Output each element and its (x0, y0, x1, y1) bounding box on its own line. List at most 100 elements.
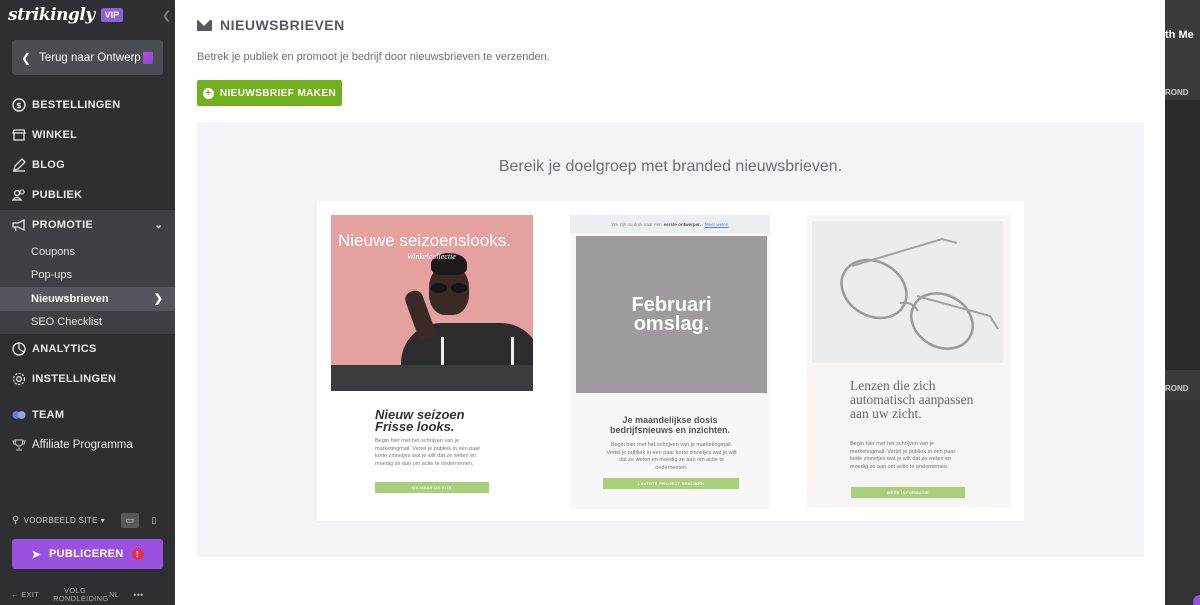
template-title: Lenzen die zich automatisch aanpassen aa… (850, 378, 974, 421)
chevron-right-icon: ❯ (153, 293, 163, 306)
sidebar-item-audience[interactable]: PUBLIEK (0, 180, 175, 210)
submenu-item-label: Pop-ups (31, 269, 72, 282)
alert-icon: ! (131, 548, 144, 560)
desktop-icon[interactable]: ▭ (121, 513, 139, 528)
sidebar-item-label: BLOG (32, 159, 65, 171)
sidebar-item-team[interactable]: TEAM (0, 400, 175, 430)
preview-image-block (1165, 100, 1200, 370)
chevron-left-icon: ❮ (21, 50, 32, 65)
sidebar-item-label: WINKEL (32, 129, 78, 141)
page-title: NIEUWSBRIEVEN (197, 17, 345, 33)
sidebar-nav: $ BESTELLINGEN WINKEL BLOG PUBLIEK PROMO… (0, 90, 175, 460)
exit-link[interactable]: ← EXIT (11, 590, 39, 599)
hero-image-title: Nieuwe seizoenslooks. (338, 231, 511, 250)
top-bar-bold: eerste ontwerper. (663, 221, 701, 227)
top-bar-link: Meer weten (704, 221, 729, 227)
sidebar-footer: ← EXIT VOLG RONDLEIDING NL ••• (0, 584, 175, 605)
promotion-submenu: Coupons Pop-ups Nieuwsbrieven ❯ SEO Chec… (0, 240, 175, 334)
brand-row: strikingly VIP (0, 0, 175, 30)
publish-label: PUBLICEREN (49, 548, 124, 560)
back-to-design-label: Terug naar Ontwerp (39, 51, 141, 64)
sidebar-item-orders[interactable]: $ BESTELLINGEN (0, 90, 175, 120)
back-to-design-button[interactable]: ❮ Terug naar Ontwerp (12, 40, 163, 75)
sidebar-item-label: BESTELLINGEN (32, 99, 121, 111)
sidebar-item-store[interactable]: WINKEL (0, 120, 175, 150)
sidebar-item-blog[interactable]: BLOG (0, 150, 175, 180)
strikingly-logo: strikingly (8, 5, 95, 25)
publish-button[interactable]: ➤ PUBLICEREN ! (12, 539, 163, 569)
page-subtitle: Betrek je publiek en promoot je bedrijf … (197, 51, 550, 63)
exit-label: EXIT (21, 590, 40, 599)
mobile-icon[interactable]: ▯ (145, 513, 163, 528)
template-title: Nieuw seizoen Frisse looks. (375, 407, 465, 434)
hero-image-subtitle: Winkelcollectie (407, 252, 456, 261)
site-preview-edge: th Me ROND ROND (1165, 0, 1200, 605)
plus-circle-icon: + (202, 87, 214, 99)
preview-section-label: ROND (1165, 384, 1189, 393)
template-cta-button: LAATSTE PROJECT BEKIJKEN (603, 478, 739, 489)
template-cards: Nieuwe seizoenslooks. Winkelcollectie Ni… (317, 201, 1024, 521)
sidebar-item-analytics[interactable]: ANALYTICS (0, 334, 175, 364)
language-selector[interactable]: NL (109, 590, 119, 599)
preview-section-label: ROND (1165, 88, 1189, 97)
trophy-icon (12, 438, 26, 452)
vip-badge: VIP (100, 8, 124, 22)
svg-text:$: $ (16, 101, 22, 110)
preview-nav-text: th Me (1165, 29, 1194, 41)
submenu-item-newsletters[interactable]: Nieuwsbrieven ❯ (0, 287, 175, 311)
template-top-bar: We zijn nu druk naar een eerste ontwerpe… (570, 215, 770, 233)
design-icon (143, 51, 153, 64)
gear-icon (12, 372, 26, 386)
chart-icon (12, 342, 26, 356)
page-title-text: NIEUWSBRIEVEN (220, 17, 345, 33)
app-window: strikingly VIP ❮ ❮ Terug naar Ontwerp $ … (0, 0, 1200, 605)
collapse-sidebar-icon[interactable]: ❮ (162, 9, 171, 22)
sidebar-item-label: TEAM (32, 409, 65, 421)
rocket-icon: ➤ (31, 548, 41, 561)
template-card-eyewear[interactable]: Lenzen die zich automatisch aanpassen aa… (807, 215, 1011, 507)
template-gallery: Bereik je doelgroep met branded nieuwsbr… (197, 122, 1144, 557)
more-icon[interactable]: ••• (133, 590, 143, 600)
sidebar-item-label: PUBLIEK (32, 189, 83, 201)
submenu-item-label: Coupons (31, 245, 76, 258)
top-bar-text: We zijn nu druk naar een (611, 221, 662, 227)
make-newsletter-label: NIEUWSBRIEF MAKEN (219, 87, 337, 99)
template-cta-button: MEER INFORMATIE (851, 487, 965, 498)
submenu-item-coupons[interactable]: Coupons (0, 240, 175, 264)
device-switcher: ▭ ▯ (121, 513, 163, 528)
megaphone-icon (12, 218, 26, 232)
template-body: Begin hier met het schrijven van je mark… (375, 438, 481, 467)
pen-icon (12, 158, 26, 172)
submenu-item-popups[interactable]: Pop-ups (0, 264, 175, 288)
sidebar: strikingly VIP ❮ ❮ Terug naar Ontwerp $ … (0, 0, 175, 605)
sidebar-item-label: ANALYTICS (32, 343, 97, 355)
template-card-business[interactable]: We zijn nu druk naar een eerste ontwerpe… (570, 215, 770, 509)
search-icon: ⚲ (12, 515, 20, 526)
sidebar-item-label: Affiliate Programma (32, 439, 133, 451)
preview-site-dropdown[interactable]: VOORBEELD SITE (24, 516, 98, 525)
users-icon (12, 188, 26, 202)
sidebar-item-affiliate[interactable]: Affiliate Programma (0, 430, 175, 460)
sidebar-item-promotion[interactable]: PROMOTIE ⌄ (0, 210, 175, 240)
sidebar-item-settings[interactable]: INSTELLINGEN (0, 364, 175, 394)
chat-bubble-icon[interactable] (1193, 595, 1200, 605)
team-icon (12, 408, 26, 422)
preview-site-row: ⚲ VOORBEELD SITE ▾ ▭ ▯ (12, 513, 163, 528)
make-newsletter-button[interactable]: + NIEUWSBRIEF MAKEN (197, 80, 342, 106)
dollar-circle-icon: $ (12, 98, 26, 112)
business-hero-image: Februari omslag. (576, 236, 767, 393)
submenu-item-label: SEO Checklist (31, 316, 102, 329)
template-body: Begin hier met het schrijven van je mark… (606, 442, 737, 471)
template-cta-button: GA NAAR DE SITE (375, 482, 489, 493)
tour-link[interactable]: VOLG RONDLEIDING (53, 586, 108, 603)
submenu-item-seo-checklist[interactable]: SEO Checklist (0, 311, 175, 335)
preview-image-block (1165, 400, 1200, 605)
caret-down-icon: ▾ (100, 516, 105, 525)
template-body: Begin hier met het schrijven van je mark… (850, 441, 956, 470)
envelope-icon (197, 19, 212, 31)
gallery-heading: Bereik je doelgroep met branded nieuwsbr… (498, 158, 843, 175)
sidebar-item-label: INSTELLINGEN (32, 373, 117, 385)
template-card-fashion[interactable]: Nieuwe seizoenslooks. Winkelcollectie Ni… (331, 215, 533, 505)
store-icon (12, 128, 26, 142)
main-panel: NIEUWSBRIEVEN Betrek je publiek en promo… (175, 0, 1165, 605)
